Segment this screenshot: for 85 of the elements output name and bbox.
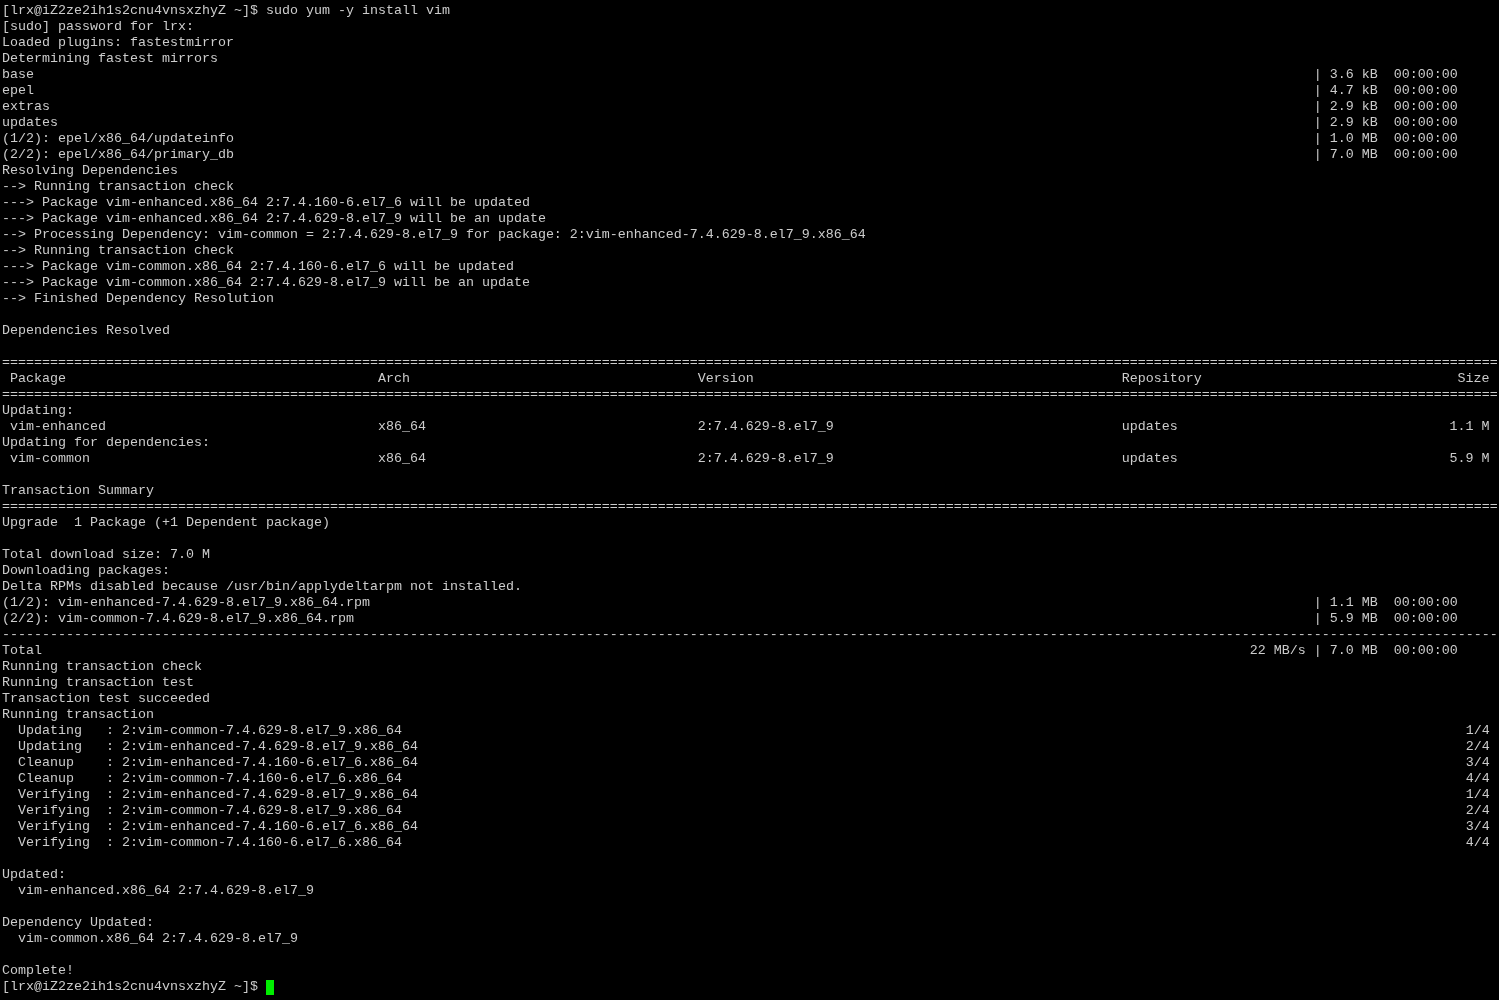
table-cell: 5.9 M [1449,451,1490,467]
output-line: --> Running transaction check [2,179,234,195]
transaction-step: Updating : 2:vim-common-7.4.629-8.el7_9.x86_64 [18,723,402,739]
download-stats: | 1.0 MB 00:00:00 [1313,131,1458,147]
output-line: (1/2): epel/x86_64/updateinfo [2,131,234,147]
table-cell-text: x86_64 [377,419,427,435]
output-line: Resolving Dependencies [2,163,178,179]
output-line: Delta RPMs disabled because /usr/bin/applydeltarpm not installed. [2,579,522,595]
download-stats: | 5.9 MB 00:00:00 [1313,611,1458,627]
separator-line: =========================================================================================================================================================================================== [2,355,1498,371]
step-counter: 4/4 [1465,835,1490,851]
output-line: Running transaction test [2,675,194,691]
output-line: Total download size: 7.0 M [2,547,210,563]
separator-line: =========================================================================================================================================================================================== [2,387,1498,403]
output-line: Updating: [2,403,74,419]
output-line: (1/2): vim-enhanced-7.4.629-8.el7_9.x86_64.rpm [2,595,370,611]
output-line: vim-enhanced.x86_64 2:7.4.629-8.el7_9 [18,883,314,899]
output-line: Transaction test succeeded [2,691,210,707]
command-text: sudo yum -y install vim [265,3,450,19]
table-cell-text: vim-enhanced [10,419,107,435]
output-line: ---> Package vim-enhanced.x86_64 2:7.4.629-8.el7_9 will be an update [2,211,546,227]
output-line: ---> Package vim-common.x86_64 2:7.4.160-6.el7_6 will be updated [2,259,514,275]
step-counter: 1/4 [1465,723,1490,739]
transaction-step: Cleanup : 2:vim-enhanced-7.4.160-6.el7_6.x86_64 [18,755,418,771]
column-header: Version [697,371,755,387]
output-line: Complete! [2,963,74,979]
column-header: Size [1457,371,1490,387]
transaction-step: Cleanup : 2:vim-common-7.4.160-6.el7_6.x86_64 [18,771,402,787]
output-line: ---> Package vim-common.x86_64 2:7.4.629-8.el7_9 will be an update [2,275,530,291]
transaction-step: Verifying : 2:vim-enhanced-7.4.629-8.el7_9.x86_64 [18,787,418,803]
transaction-step: Verifying : 2:vim-enhanced-7.4.160-6.el7_6.x86_64 [18,819,418,835]
download-stats: | 7.0 MB 00:00:00 [1313,147,1458,163]
output-line: [sudo] password for lrx: [2,19,194,35]
output-line: Transaction Summary [2,483,154,499]
table-cell-text: x86_64 [377,451,427,467]
table-cell-text: 2:7.4.629-8.el7_9 [697,451,835,467]
shell-prompt: [lrx@iZ2ze2ih1s2cnu4vnsxzhyZ ~]$ [2,979,258,995]
step-counter: 3/4 [1465,755,1490,771]
step-counter: 2/4 [1465,803,1490,819]
output-line: Total [2,643,42,659]
table-cell-text: updates [1121,419,1179,435]
step-counter: 2/4 [1465,739,1490,755]
output-line: Running transaction [2,707,154,723]
output-line: Downloading packages: [2,563,170,579]
separator-line: ------------------------------------------------------------------------------------------------------------------------------------------------------------------------------------------- [2,627,1498,643]
output-line: vim-common.x86_64 2:7.4.629-8.el7_9 [18,931,298,947]
download-stats: | 3.6 kB 00:00:00 [1313,67,1458,83]
column-header: Package [10,371,67,387]
step-counter: 3/4 [1465,819,1490,835]
output-line: updates [2,115,58,131]
transaction-step: Updating : 2:vim-enhanced-7.4.629-8.el7_9.x86_64 [18,739,418,755]
output-line: (2/2): vim-common-7.4.629-8.el7_9.x86_64.rpm [2,611,354,627]
column-header: Repository [1121,371,1203,387]
output-line: --> Processing Dependency: vim-common = 2:7.4.629-8.el7_9 for package: 2:vim-enhanced-7.4.629-8.el7_9.x86_64 [2,227,866,243]
table-cell: 1.1 M [1449,419,1490,435]
download-stats: | 2.9 kB 00:00:00 [1313,99,1458,115]
download-stats: 22 MB/s | 7.0 MB 00:00:00 [1249,643,1458,659]
output-line: Dependencies Resolved [2,323,170,339]
output-line: Updating for dependencies: [2,435,210,451]
output-line: --> Running transaction check [2,243,234,259]
download-stats: | 1.1 MB 00:00:00 [1313,595,1458,611]
step-counter: 4/4 [1465,771,1490,787]
download-stats: | 4.7 kB 00:00:00 [1313,83,1458,99]
output-line: Running transaction check [2,659,202,675]
shell-prompt: [lrx@iZ2ze2ih1s2cnu4vnsxzhyZ ~]$ [2,3,258,19]
separator-line: =========================================================================================================================================================================================== [2,499,1498,515]
output-line: base [2,67,34,83]
output-line: Updated: [2,867,66,883]
output-line: epel [2,83,34,99]
table-cell-text: updates [1121,451,1179,467]
step-counter: 1/4 [1465,787,1490,803]
output-line: Loaded plugins: fastestmirror [2,35,234,51]
table-cell-text: 2:7.4.629-8.el7_9 [697,419,835,435]
output-line: --> Finished Dependency Resolution [2,291,274,307]
transaction-step: Verifying : 2:vim-common-7.4.160-6.el7_6.x86_64 [18,835,402,851]
transaction-step: Verifying : 2:vim-common-7.4.629-8.el7_9.x86_64 [18,803,402,819]
download-stats: | 2.9 kB 00:00:00 [1313,115,1458,131]
output-line: ---> Package vim-enhanced.x86_64 2:7.4.160-6.el7_6 will be updated [2,195,530,211]
output-line: Dependency Updated: [2,915,154,931]
column-header: Arch [377,371,411,387]
output-line: Determining fastest mirrors [2,51,218,67]
output-line: Upgrade 1 Package (+1 Dependent package) [2,515,330,531]
output-line: (2/2): epel/x86_64/primary_db [2,147,234,163]
table-cell-text: vim-common [10,451,91,467]
output-line: extras [2,99,50,115]
